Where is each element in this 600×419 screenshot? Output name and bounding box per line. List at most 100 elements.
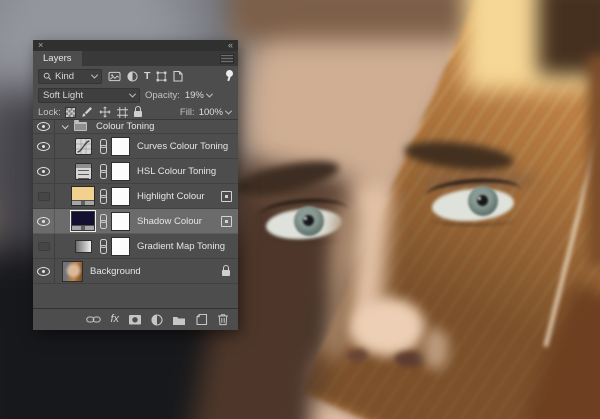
- filter-kind-label: Kind: [55, 71, 74, 82]
- opacity-value: 19%: [185, 90, 204, 101]
- visibility-toggle[interactable]: [33, 259, 55, 283]
- visibility-toggle[interactable]: [33, 209, 55, 233]
- gradient-map-thumbnail[interactable]: [75, 240, 92, 253]
- expand-chevron-icon[interactable]: [62, 122, 69, 129]
- layer-row-hsl[interactable]: HSL Colour Toning: [33, 159, 238, 184]
- filter-toggle-icon[interactable]: [225, 70, 233, 82]
- type-layer-filter-icon[interactable]: T: [144, 70, 150, 82]
- hsl-adjustment-thumbnail[interactable]: [75, 163, 92, 180]
- lock-image-icon[interactable]: [81, 106, 93, 118]
- panel-tabbar: Layers: [33, 51, 238, 66]
- thumb-box: [71, 138, 95, 155]
- fill-group: Fill: 100%: [180, 107, 233, 118]
- layer-mask-thumbnail[interactable]: [111, 212, 130, 231]
- photo-nose-tip: [353, 298, 425, 356]
- lock-label: Lock:: [38, 107, 61, 118]
- eye-icon: [37, 267, 50, 276]
- shape-layer-filter-icon[interactable]: [156, 71, 167, 82]
- filter-type-icons: T: [108, 70, 233, 82]
- opacity-label: Opacity:: [145, 90, 180, 101]
- curves-adjustment-thumbnail[interactable]: [75, 138, 92, 155]
- adjustment-layer-filter-icon[interactable]: [127, 71, 138, 82]
- photo-nostril-left: [347, 349, 368, 362]
- photo-nostril-right: [394, 351, 426, 367]
- layer-name: HSL Colour Toning: [134, 166, 216, 177]
- layer-mask-thumbnail[interactable]: [111, 187, 130, 206]
- photo-lashes-bottom: [264, 231, 344, 244]
- layer-mask-thumbnail[interactable]: [111, 137, 130, 156]
- mask-link-icon[interactable]: [99, 239, 107, 253]
- group-row-content: Colour Toning: [55, 121, 238, 132]
- lock-all-icon[interactable]: [134, 111, 142, 117]
- visibility-toggle[interactable]: [33, 184, 55, 208]
- layer-list: Colour Toning Curves Colour Toning: [33, 120, 238, 284]
- layer-mask-thumbnail[interactable]: [111, 162, 130, 181]
- chevron-down-icon: [129, 91, 136, 98]
- tab-layers[interactable]: Layers: [33, 51, 82, 66]
- layer-row-content: Background: [55, 261, 238, 282]
- new-group-icon[interactable]: [172, 314, 186, 326]
- layer-row-curves[interactable]: Curves Colour Toning: [33, 134, 238, 159]
- lock-transparency-icon[interactable]: [66, 108, 75, 117]
- layer-row-content: Highlight Colour: [55, 186, 238, 206]
- layer-row-shadow[interactable]: Shadow Colour: [33, 209, 238, 234]
- layer-row-content: Shadow Colour: [55, 211, 238, 231]
- chevron-down-icon: [91, 71, 98, 78]
- visibility-toggle[interactable]: [33, 134, 55, 158]
- add-mask-icon[interactable]: [128, 313, 142, 326]
- eye-icon: [37, 167, 50, 176]
- mask-link-icon[interactable]: [99, 214, 107, 228]
- new-layer-icon[interactable]: [195, 313, 208, 326]
- panel-menu-icon[interactable]: [220, 54, 234, 64]
- panel-titlebar: × «: [33, 40, 238, 51]
- layer-style-icon[interactable]: fx: [110, 314, 119, 325]
- photo-eye-right: [428, 182, 518, 226]
- panel-bottom-toolbar: fx: [33, 308, 238, 330]
- eye-hidden-icon: [38, 192, 50, 201]
- lock-position-icon[interactable]: [99, 106, 111, 118]
- filter-kind-dropdown[interactable]: Kind: [38, 69, 102, 84]
- opacity-value-dropdown[interactable]: 19%: [185, 90, 212, 101]
- close-icon[interactable]: ×: [38, 41, 43, 50]
- mask-link-icon[interactable]: [99, 139, 107, 153]
- smart-object-filter-icon[interactable]: [173, 70, 183, 82]
- shadow-swatch: [72, 212, 94, 225]
- link-layers-icon[interactable]: [86, 313, 101, 326]
- blend-mode-dropdown[interactable]: Soft Light: [38, 88, 140, 103]
- blend-mode-value: Soft Light: [43, 90, 83, 101]
- advanced-blending-badge-icon: [221, 191, 232, 202]
- pixel-layer-filter-icon[interactable]: [108, 71, 121, 82]
- thumb-box: [71, 240, 95, 253]
- mask-link-icon[interactable]: [99, 189, 107, 203]
- background-image-thumbnail[interactable]: [62, 261, 83, 282]
- fill-slider-bar: [72, 225, 94, 230]
- new-adjustment-icon[interactable]: [151, 314, 163, 326]
- fill-color-thumbnail[interactable]: [71, 186, 95, 206]
- layer-row-group[interactable]: Colour Toning: [33, 120, 238, 134]
- fill-color-thumbnail[interactable]: [71, 211, 95, 231]
- visibility-toggle[interactable]: [33, 234, 55, 258]
- visibility-toggle[interactable]: [33, 120, 55, 133]
- mask-link-icon[interactable]: [99, 164, 107, 178]
- delete-layer-icon[interactable]: [217, 313, 229, 326]
- eye-icon: [37, 217, 50, 226]
- collapse-panel-icon[interactable]: «: [228, 41, 233, 50]
- fill-slider-bar: [72, 200, 94, 205]
- lock-icons: [66, 106, 142, 118]
- background-lock-icon: [222, 270, 230, 276]
- layer-name: Shadow Colour: [134, 216, 202, 227]
- layer-mask-thumbnail[interactable]: [111, 237, 130, 256]
- folder-icon: [74, 122, 87, 131]
- lock-artboard-icon[interactable]: [117, 107, 128, 118]
- fill-value-dropdown[interactable]: 100%: [199, 107, 231, 118]
- layer-row-background[interactable]: Background: [33, 259, 238, 284]
- visibility-toggle[interactable]: [33, 159, 55, 183]
- photo-eye-left: [262, 202, 346, 244]
- layer-row-highlight[interactable]: Highlight Colour: [33, 184, 238, 209]
- layer-name: Highlight Colour: [134, 191, 205, 202]
- eye-icon: [37, 122, 50, 131]
- layer-row-gradient-map[interactable]: Gradient Map Toning: [33, 234, 238, 259]
- photo-nose-side-shadow: [423, 328, 449, 370]
- layer-name: Colour Toning: [93, 121, 154, 132]
- layer-name: Gradient Map Toning: [134, 241, 225, 252]
